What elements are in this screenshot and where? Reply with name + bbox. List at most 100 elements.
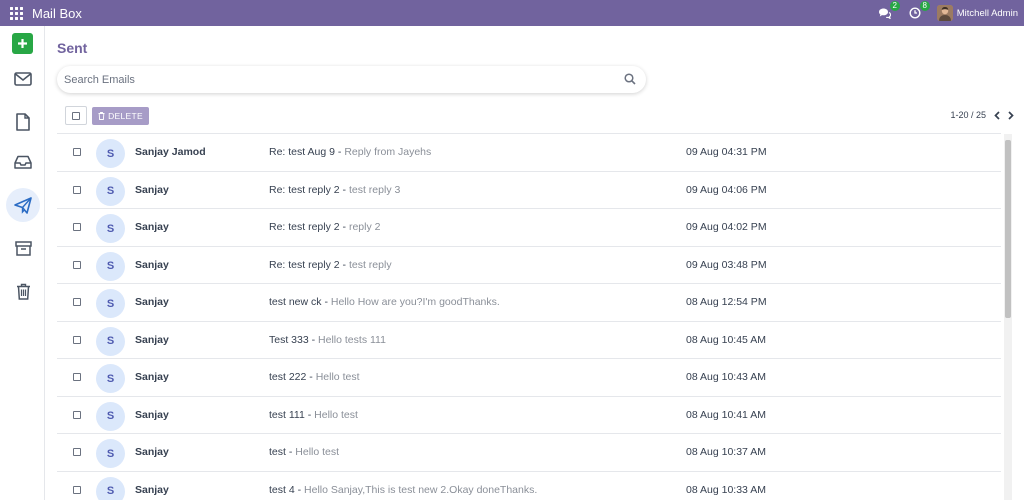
row-checkbox[interactable] — [73, 223, 81, 231]
email-date: 09 Aug 04:06 PM — [686, 183, 767, 196]
email-row[interactable]: S Sanjay Test 333 - Hello tests 111 08 A… — [57, 322, 1001, 359]
row-checkbox[interactable] — [73, 485, 81, 494]
pager: 1-20 / 25 — [950, 110, 1014, 120]
sender-avatar: S — [96, 139, 125, 168]
subject: Test 333 — [269, 333, 309, 346]
search-icon[interactable] — [624, 73, 636, 85]
sidebar-item-all-mail[interactable] — [6, 145, 40, 179]
sidebar-item-inbox[interactable] — [6, 62, 40, 96]
subject: test new ck — [269, 296, 322, 309]
compose-button[interactable] — [12, 33, 33, 54]
checkbox-box — [73, 335, 81, 344]
email-row[interactable]: S Sanjay Re: test reply 2 - reply 2 09 A… — [57, 209, 1001, 247]
mail-sidebar — [0, 26, 45, 500]
row-checkbox[interactable] — [73, 410, 81, 419]
sender-name: Sanjay Jamod — [135, 146, 206, 159]
checkbox-box — [73, 260, 81, 269]
row-checkbox[interactable] — [73, 260, 81, 269]
subject: test 111 — [269, 408, 305, 421]
sender-name: Sanjay — [135, 296, 169, 309]
email-row[interactable]: S Sanjay test new ck - Hello How are you… — [57, 284, 1001, 322]
sidebar-item-drafts[interactable] — [6, 105, 40, 139]
sender-name: Sanjay — [135, 333, 169, 346]
email-date: 09 Aug 03:48 PM — [686, 258, 767, 271]
subject-line: test new ck - Hello How are you?I'm good… — [269, 296, 500, 309]
chat-icon[interactable]: 2 — [877, 1, 900, 21]
pager-range: 1-20 / 25 — [950, 110, 986, 120]
search-input[interactable] — [64, 66, 614, 93]
email-row[interactable]: S Sanjay test 4 - Hello Sanjay,This is t… — [57, 472, 1001, 500]
preview: Hello tests 111 — [318, 333, 386, 346]
sender-avatar: S — [96, 439, 125, 468]
page-title: Sent — [57, 40, 88, 56]
checkbox-box — [73, 448, 81, 456]
checkbox-box — [73, 223, 81, 231]
preview: Hello How are you?I'm goodThanks. — [330, 296, 500, 309]
subject-line: test - Hello test — [269, 446, 340, 459]
subject: test 222 — [269, 371, 307, 384]
row-checkbox[interactable] — [73, 373, 81, 381]
pager-prev-icon[interactable] — [994, 110, 1000, 120]
paper-plane-icon — [14, 196, 32, 214]
subject: test — [269, 446, 286, 459]
chat-badge: 2 — [889, 1, 900, 11]
email-row[interactable]: S Sanjay Re: test reply 2 - test reply 3… — [57, 172, 1001, 209]
archive-box-icon — [14, 240, 32, 256]
preview: reply 2 — [348, 221, 381, 234]
apps-grid-icon[interactable] — [10, 6, 24, 20]
preview: Hello test — [314, 408, 358, 421]
activity-badge: 8 — [919, 1, 930, 11]
sender-avatar: S — [96, 476, 125, 500]
sender-name: Sanjay — [135, 183, 169, 196]
email-row[interactable]: S Sanjay test 111 - Hello test 08 Aug 10… — [57, 397, 1001, 434]
delete-button[interactable]: DELETE — [92, 107, 149, 125]
row-checkbox[interactable] — [73, 335, 81, 344]
subject: Re: test reply 2 — [269, 258, 340, 271]
trash-icon — [16, 283, 30, 300]
user-avatar[interactable] — [936, 5, 953, 21]
sidebar-item-archive[interactable] — [6, 231, 40, 265]
sender-name: Sanjay — [135, 446, 169, 459]
mail-main: Sent DELETE 1-20 / 25 S Sanjay Jamod Re:… — [45, 26, 1024, 500]
trash-icon — [98, 112, 105, 120]
email-list: S Sanjay Jamod Re: test Aug 9 - Reply fr… — [57, 133, 1001, 500]
checkbox-box — [72, 111, 80, 120]
app-title[interactable]: Mail Box — [32, 6, 82, 21]
list-scrollbar[interactable] — [1004, 134, 1012, 500]
subject-line: Re: test reply 2 - reply 2 — [269, 221, 381, 234]
email-row[interactable]: S Sanjay test - Hello test 08 Aug 10:37 … — [57, 434, 1001, 472]
email-date: 09 Aug 04:02 PM — [686, 221, 767, 234]
sender-avatar: S — [96, 251, 125, 281]
sender-name: Sanjay — [135, 258, 169, 271]
delete-label: DELETE — [108, 111, 143, 121]
subject: Re: test reply 2 — [269, 183, 340, 196]
top-right-menu: 2 8 Mitchell Admin — [877, 0, 1018, 26]
row-checkbox[interactable] — [73, 148, 81, 156]
email-row[interactable]: S Sanjay Re: test reply 2 - test reply 0… — [57, 247, 1001, 284]
email-row[interactable]: S Sanjay test 222 - Hello test 08 Aug 10… — [57, 359, 1001, 397]
subject-line: Re: test Aug 9 - Reply from Jayehs — [269, 146, 432, 159]
select-all-checkbox[interactable] — [65, 106, 87, 125]
subject: test 4 — [269, 483, 295, 496]
sender-avatar: S — [96, 214, 125, 243]
sidebar-item-trash[interactable] — [6, 274, 40, 308]
scrollbar-thumb[interactable] — [1005, 140, 1011, 318]
row-checkbox[interactable] — [73, 448, 81, 456]
sender-avatar: S — [96, 326, 125, 356]
pager-next-icon[interactable] — [1008, 110, 1014, 120]
row-checkbox[interactable] — [73, 298, 81, 306]
sender-name: Sanjay — [135, 483, 169, 496]
sidebar-item-sent[interactable] — [6, 188, 40, 222]
inbox-tray-icon — [14, 155, 32, 169]
sender-avatar: S — [96, 289, 125, 318]
checkbox-box — [73, 185, 81, 194]
email-date: 08 Aug 10:41 AM — [686, 408, 766, 421]
checkbox-box — [73, 410, 81, 419]
email-row[interactable]: S Sanjay Jamod Re: test Aug 9 - Reply fr… — [57, 134, 1001, 172]
activity-clock-icon[interactable]: 8 — [907, 1, 930, 21]
row-checkbox[interactable] — [73, 185, 81, 194]
sender-avatar: S — [96, 364, 125, 393]
sender-name: Sanjay — [135, 221, 169, 234]
plus-icon — [18, 39, 27, 48]
user-name[interactable]: Mitchell Admin — [957, 8, 1018, 19]
